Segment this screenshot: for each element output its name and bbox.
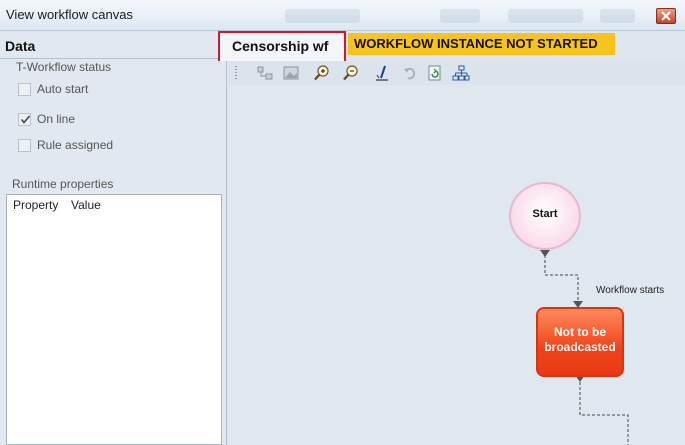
window-title: View workflow canvas xyxy=(6,7,133,22)
blurred-title-area xyxy=(285,9,360,23)
title-bar: View workflow canvas xyxy=(0,0,685,31)
task-node-label: Not to be broadcasted xyxy=(544,325,616,354)
toolbar-grip[interactable] xyxy=(235,66,237,80)
status-text: WORKFLOW INSTANCE NOT STARTED xyxy=(354,36,598,51)
close-button[interactable] xyxy=(656,8,676,24)
start-node[interactable]: Start xyxy=(509,182,581,250)
workflow-edges xyxy=(540,250,629,445)
panel-title: Data xyxy=(5,38,36,54)
divider xyxy=(0,58,227,59)
runtime-properties-table[interactable]: Property Value xyxy=(6,194,222,445)
tab-label: Censorship wf xyxy=(232,38,329,54)
start-node-label: Start xyxy=(532,208,558,220)
connect-icon[interactable] xyxy=(256,64,274,82)
status-badge: WORKFLOW INSTANCE NOT STARTED xyxy=(348,33,615,55)
blurred-title-area xyxy=(440,9,480,23)
workflow-status-label: T-Workflow status xyxy=(16,60,112,74)
runtime-properties-label: Runtime properties xyxy=(12,177,114,191)
checkbox-label: Auto start xyxy=(37,82,89,96)
table-header: Property Value xyxy=(7,195,221,213)
edge-label: Workflow starts xyxy=(596,285,665,296)
layout-tree-icon[interactable] xyxy=(452,64,470,82)
column-header-property[interactable]: Property xyxy=(13,198,58,212)
on-line-checkbox[interactable] xyxy=(18,113,31,126)
rule-assigned-checkbox[interactable] xyxy=(18,139,31,152)
blurred-title-area xyxy=(600,9,635,23)
checkbox-label: On line xyxy=(37,112,76,126)
workflow-canvas[interactable]: Start Workflow starts Not to be broadcas… xyxy=(228,85,685,445)
task-node[interactable]: Not to be broadcasted xyxy=(536,307,624,377)
pointer-icon[interactable] xyxy=(373,64,391,82)
undo-icon[interactable] xyxy=(401,64,419,82)
close-icon xyxy=(661,11,671,21)
blurred-title-area xyxy=(508,9,583,23)
column-header-value[interactable]: Value xyxy=(71,198,101,212)
image-icon[interactable] xyxy=(282,64,300,82)
auto-start-checkbox[interactable] xyxy=(18,83,31,96)
data-panel: Data T-Workflow status Auto start On lin… xyxy=(0,32,227,445)
refresh-icon[interactable] xyxy=(426,64,444,82)
zoom-in-icon[interactable] xyxy=(313,64,331,82)
canvas-toolbar xyxy=(228,61,685,85)
checkmark-icon xyxy=(20,115,31,124)
zoom-out-icon[interactable] xyxy=(342,64,360,82)
checkbox-label: Rule assigned xyxy=(37,138,114,152)
tab-censorship-wf[interactable]: Censorship wf xyxy=(218,31,346,61)
